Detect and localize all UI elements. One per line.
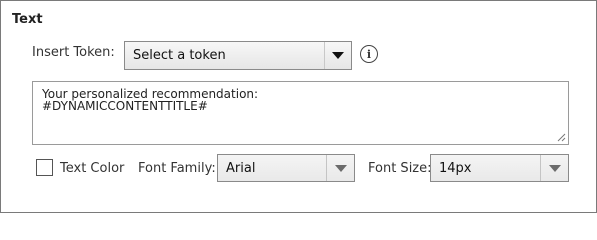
message-text-area[interactable]: Your personalized recommendation: #DYNAM…	[32, 81, 569, 145]
insert-token-select[interactable]: Select a token	[124, 41, 352, 70]
text-area-line: #DYNAMICCONTENTTITLE#	[42, 99, 208, 113]
font-size-label: Font Size:	[368, 161, 432, 176]
insert-token-selected-value: Select a token	[133, 48, 226, 63]
chevron-down-icon	[548, 164, 561, 172]
font-size-dropdown-button[interactable]	[540, 155, 568, 181]
font-size-selected-value: 14px	[439, 160, 472, 176]
insert-token-label: Insert Token:	[32, 45, 115, 60]
chevron-down-icon	[334, 164, 347, 172]
resize-grip-icon[interactable]	[557, 133, 566, 142]
info-icon[interactable]: i	[360, 45, 378, 63]
chevron-down-icon	[332, 52, 344, 59]
text-color-checkbox[interactable]	[36, 159, 53, 176]
font-size-select[interactable]: 14px	[430, 154, 569, 182]
font-family-selected-value: Arial	[226, 160, 256, 176]
font-family-label: Font Family:	[138, 161, 216, 176]
text-settings-panel: Text Insert Token: Select a token i Your…	[0, 0, 597, 213]
font-family-dropdown-button[interactable]	[326, 155, 354, 181]
insert-token-dropdown-button[interactable]	[324, 42, 351, 69]
font-family-select[interactable]: Arial	[217, 154, 355, 182]
text-color-label[interactable]: Text Color	[60, 161, 124, 176]
section-title: Text	[12, 12, 43, 27]
